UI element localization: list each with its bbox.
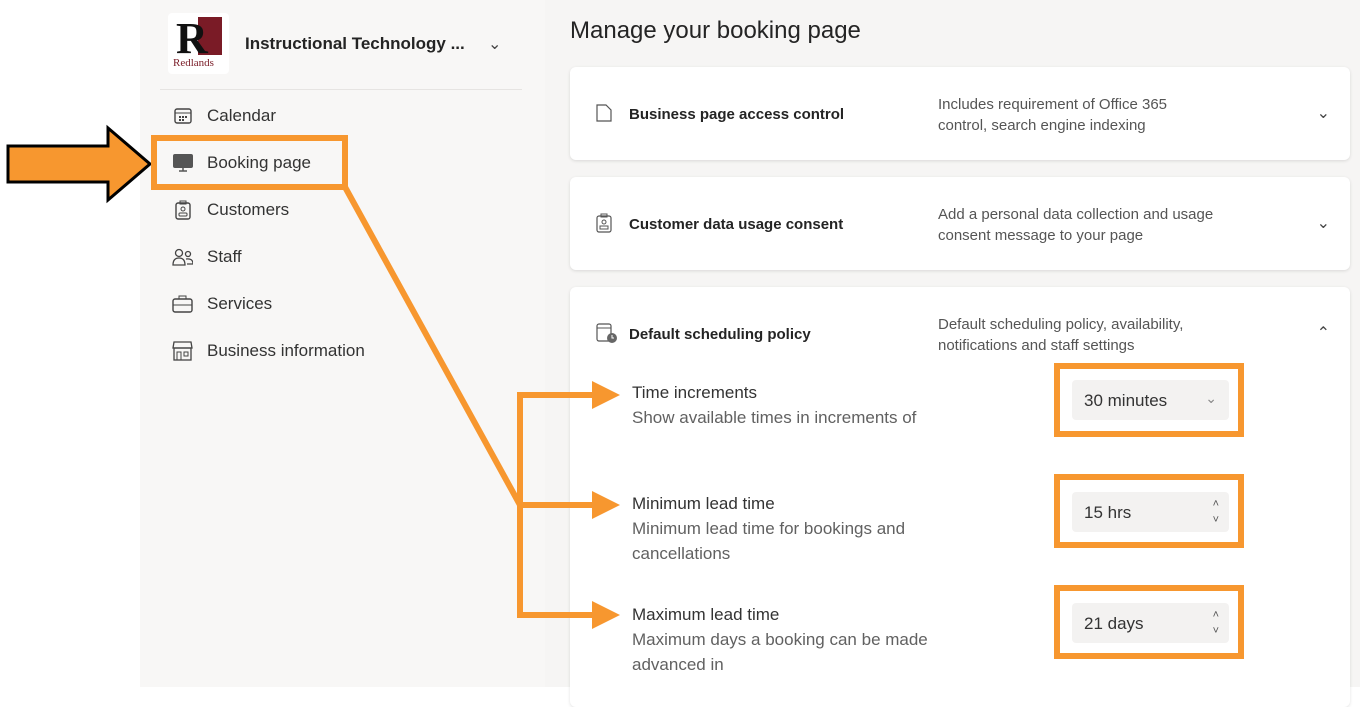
business-name[interactable]: Instructional Technology ... [245,34,465,54]
section-title: Customer data usage consent [629,216,844,233]
dropdown-value: 30 minutes [1084,391,1168,410]
page-title: Manage your booking page [570,17,861,44]
sidebar-item-calendar[interactable]: Calendar [172,105,276,126]
section-title[interactable]: Default scheduling policy [629,326,811,343]
sidebar-item-label: Customers [207,199,290,219]
section-description: Add a personal data collection and usage… [938,206,1214,244]
section-default-scheduling-policy: Default scheduling policy Default schedu… [570,287,1350,707]
time-increments-description: Show available times in increments of [632,408,917,427]
chevron-down-icon: ⌄ [1205,390,1217,406]
sidebar-item-label: Calendar [207,105,276,125]
calendar-icon [172,105,193,126]
sidebar-item-booking-page[interactable]: Booking page [172,152,311,173]
sidebar-item-label: Services [207,293,273,313]
business-logo: R Redlands [168,13,229,74]
sidebar-item-staff[interactable]: Staff [172,246,242,267]
minimum-lead-time-label: Minimum lead time [632,494,775,513]
callout-arrow-icon [6,124,153,204]
sidebar-item-services[interactable]: Services [172,293,272,314]
badge-icon [596,213,612,238]
section-customer-data-usage-consent[interactable]: Customer data usage consent Add a person… [570,177,1350,270]
sidebar-item-label: Booking page [207,152,311,172]
maximum-lead-time-label: Maximum lead time [632,605,780,624]
calendar-clock-icon [596,322,618,349]
section-business-page-access-control[interactable]: Business page access control Includes re… [570,67,1350,160]
section-description: Includes requirement of Office 365 contr… [938,96,1168,134]
divider [160,89,522,90]
storefront-icon [172,340,193,361]
maximum-lead-time-stepper[interactable]: 21 days ˄ ˅ [1072,603,1229,643]
minimum-lead-time-stepper[interactable]: 15 hrs ˄ ˅ [1072,492,1229,532]
sidebar-item-business-information[interactable]: Business information [172,340,365,361]
chevron-down-icon[interactable]: ⌄ [488,34,501,54]
briefcase-icon [172,293,193,314]
chevron-down-icon[interactable]: ⌄ [1317,213,1330,233]
sidebar-item-label: Business information [207,340,365,360]
badge-icon [172,199,193,220]
spin-arrows-icon[interactable]: ˄ ˅ [1213,607,1219,639]
maximum-lead-time-description: Maximum days a booking can be made advan… [632,630,928,674]
monitor-icon [172,152,193,173]
section-title: Business page access control [629,106,845,123]
chevron-down-icon[interactable]: ⌄ [1317,103,1330,123]
document-icon [596,104,612,127]
sidebar: R Redlands Instructional Technology ... ⌄… [140,0,545,687]
section-description: Default scheduling policy, availability,… [938,316,1184,354]
spin-arrows-icon[interactable]: ˄ ˅ [1213,496,1219,528]
main-content: Manage your booking page Business page a… [545,0,1360,707]
sidebar-item-customers[interactable]: Customers [172,199,289,220]
stepper-value: 15 hrs [1084,503,1132,522]
chevron-up-icon[interactable]: ⌃ [1317,323,1330,343]
sidebar-item-label: Staff [207,246,242,266]
stepper-value: 21 days [1084,614,1144,633]
time-increments-dropdown[interactable]: 30 minutes ⌄ [1072,380,1229,420]
minimum-lead-time-description: Minimum lead time for bookings and cance… [632,519,906,563]
people-icon [172,246,193,267]
time-increments-label: Time increments [632,383,758,402]
